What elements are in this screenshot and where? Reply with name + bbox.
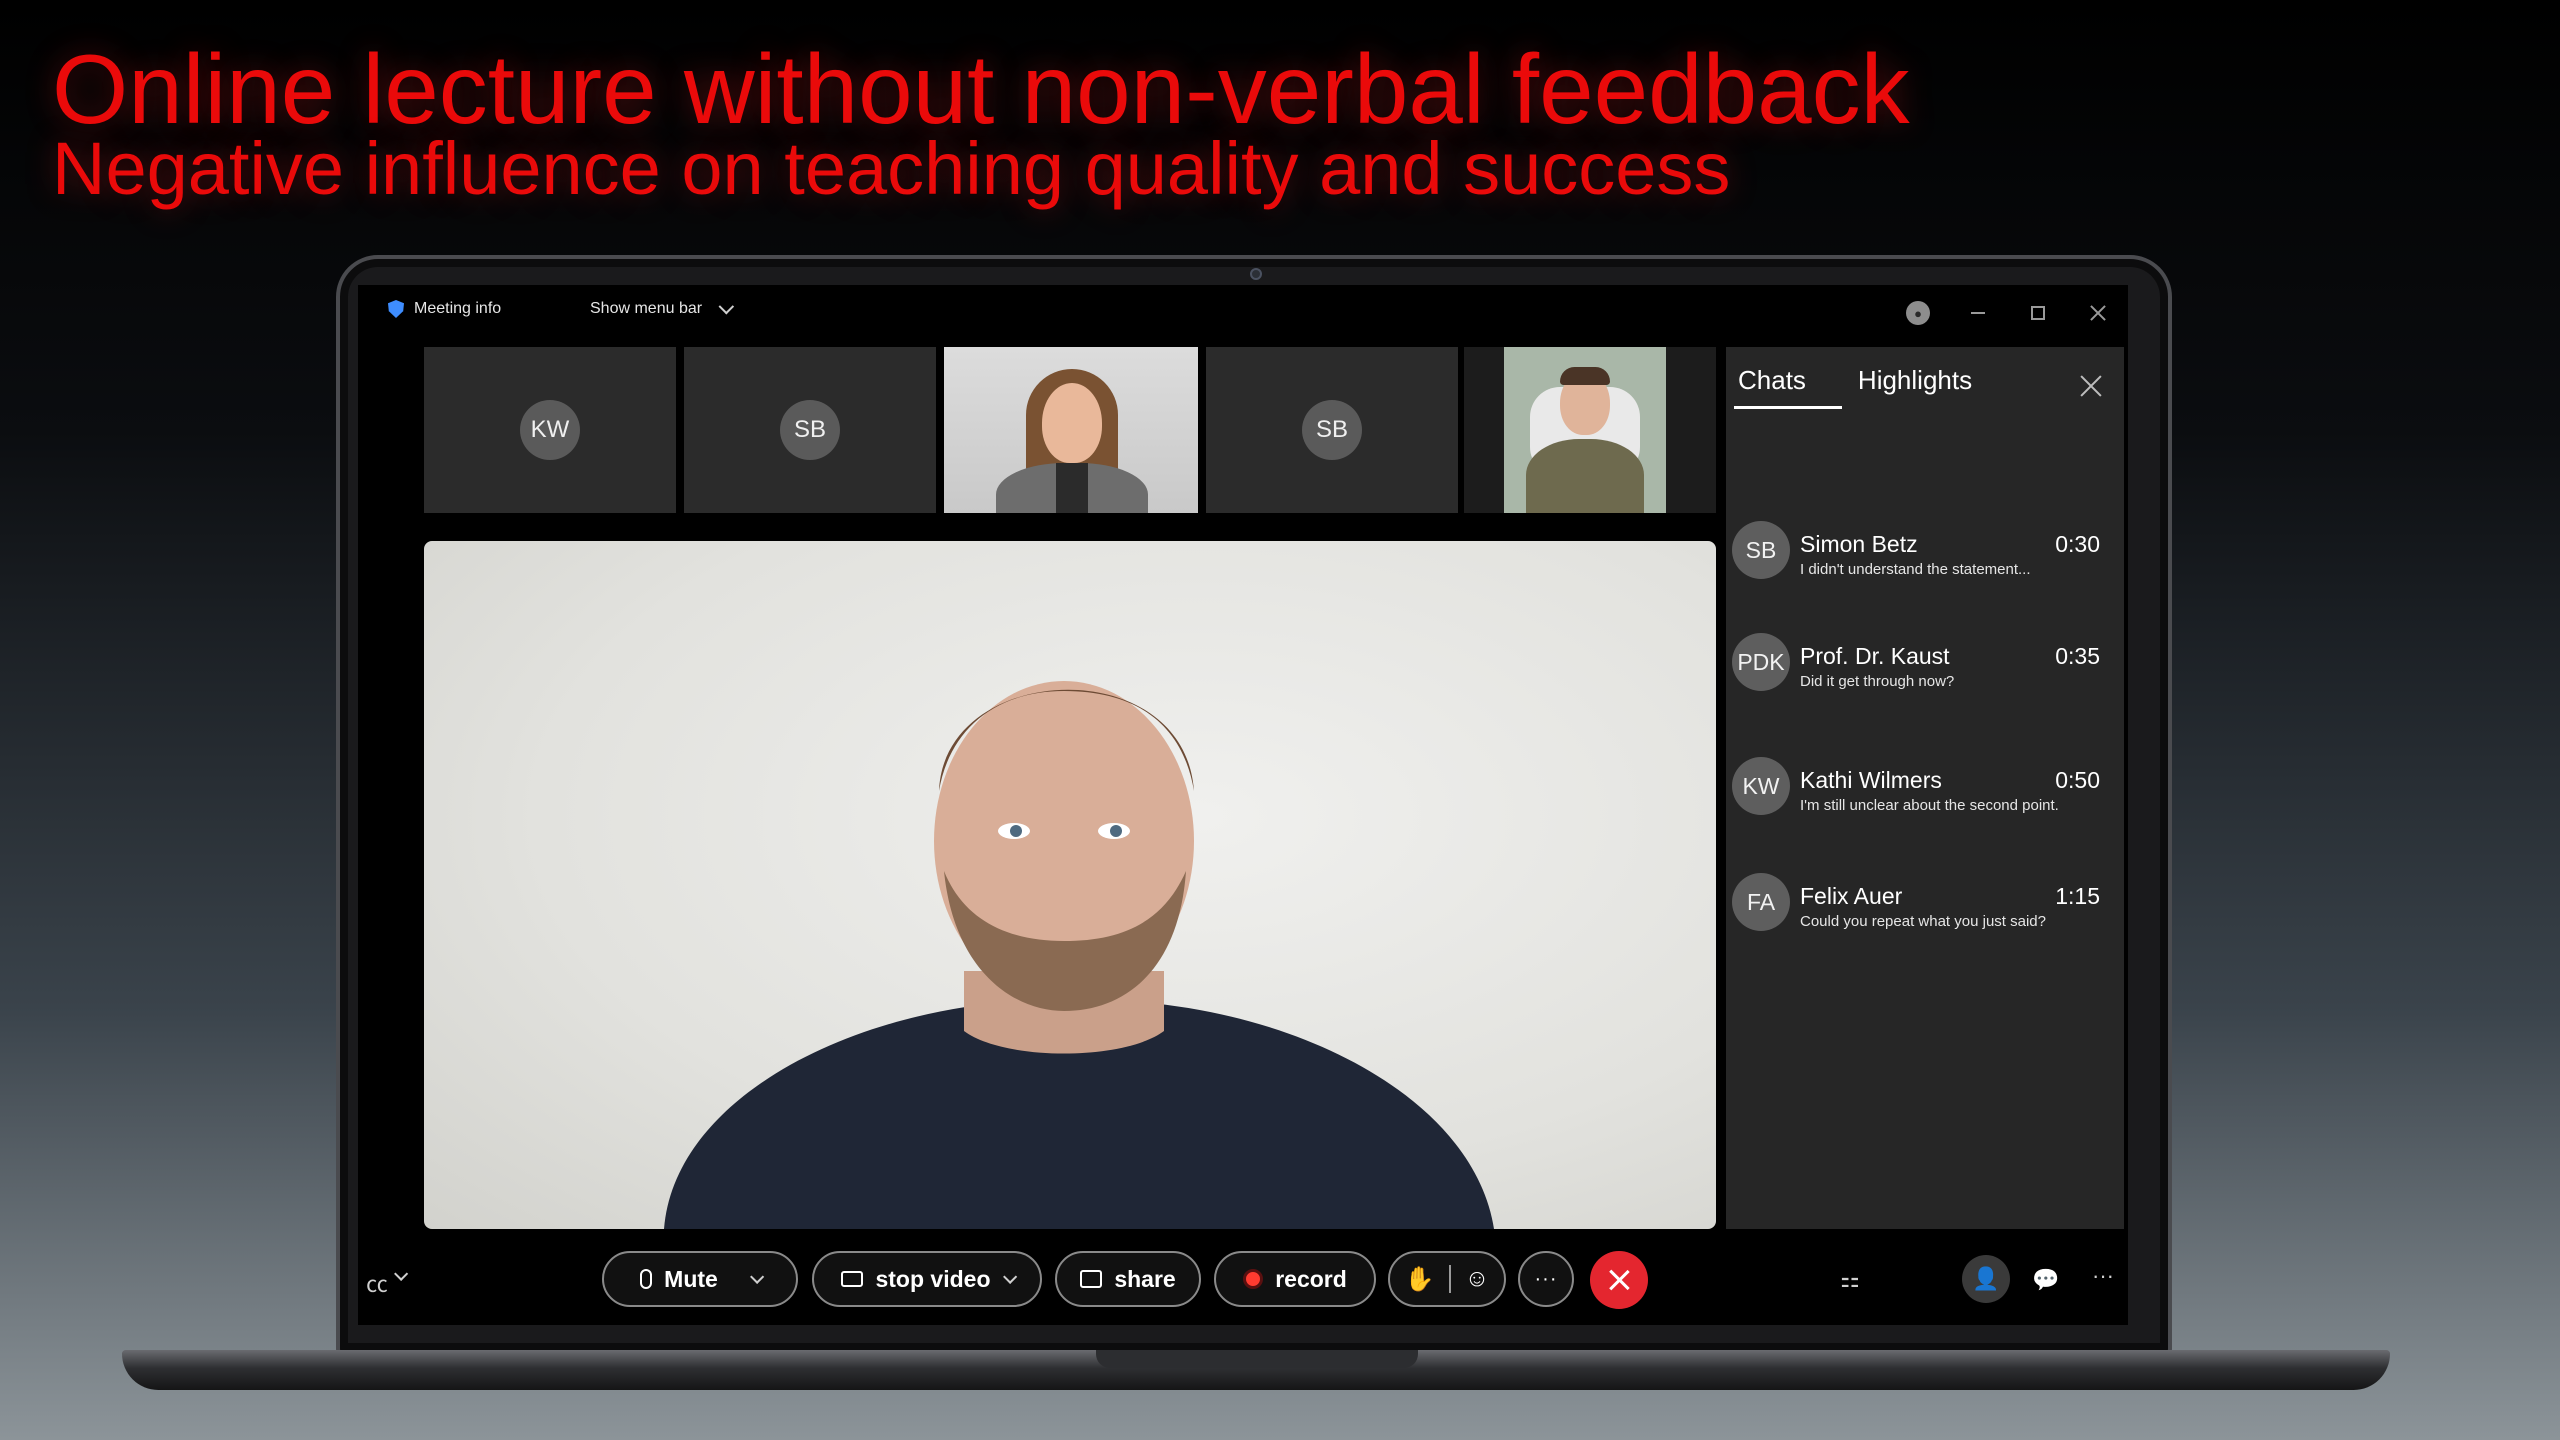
avatar: FA — [1732, 873, 1790, 931]
profile-icon: ● — [1906, 301, 1930, 325]
close-panel-icon[interactable] — [2080, 375, 2102, 397]
participant-tile[interactable]: KW — [424, 347, 676, 513]
tab-chats[interactable]: Chats — [1734, 365, 1842, 409]
message-time: 1:15 — [2055, 883, 2100, 909]
minimize-icon — [1971, 312, 1985, 314]
avatar: KW — [1732, 757, 1790, 815]
participant-tile[interactable]: SB — [684, 347, 936, 513]
microphone-icon — [640, 1269, 653, 1289]
end-call-button[interactable] — [1590, 1251, 1648, 1309]
record-icon — [1243, 1269, 1264, 1289]
chat-message[interactable]: KW Kathi Wilmers 0:50 I'm still unclear … — [1732, 757, 2116, 821]
reactions-button[interactable]: ✋ ☺ — [1388, 1251, 1506, 1307]
chevron-down-icon[interactable] — [1002, 1269, 1017, 1284]
maximize-icon — [2031, 306, 2045, 320]
sender-name: Prof. Dr. Kaust — [1800, 643, 1950, 669]
sender-name: Felix Auer — [1800, 883, 1903, 909]
avatar: SB — [1732, 521, 1790, 579]
captions-chevron-icon[interactable] — [394, 1266, 409, 1281]
show-menu-bar-button[interactable]: Show menu bar — [590, 298, 735, 318]
stop-video-button[interactable]: stop video — [812, 1251, 1042, 1307]
emoji-icon[interactable]: ☺ — [1465, 1265, 1490, 1293]
record-button[interactable]: record — [1214, 1251, 1376, 1307]
captions-icon[interactable]: ㏄ — [366, 1267, 388, 1299]
more-icon: ··· — [1534, 1267, 1558, 1290]
chevron-down-icon — [718, 298, 735, 314]
chat-panel: Chats Highlights SB Simon Betz 0:30 I di… — [1726, 347, 2124, 1229]
close-icon — [1608, 1269, 1630, 1291]
participant-video-tile[interactable] — [944, 347, 1198, 513]
slide-subtitle: Negative influence on teaching quality a… — [52, 127, 1731, 210]
message-time: 0:35 — [2055, 643, 2100, 669]
close-window-button[interactable] — [2068, 295, 2128, 331]
record-label: record — [1275, 1265, 1347, 1292]
close-icon — [2090, 305, 2106, 321]
maximize-button[interactable] — [2008, 295, 2068, 331]
person-shirt — [1056, 463, 1088, 513]
avatar: PDK — [1732, 633, 1790, 691]
iris-right — [1110, 825, 1122, 837]
chat-message[interactable]: SB Simon Betz 0:30 I didn't understand t… — [1732, 521, 2116, 585]
webcam-icon — [1250, 268, 1262, 280]
chat-message[interactable]: PDK Prof. Dr. Kaust 0:35 Did it get thro… — [1732, 633, 2116, 697]
avatar: KW — [520, 400, 580, 460]
person-body — [1526, 439, 1644, 513]
divider — [1448, 1265, 1451, 1293]
chat-message[interactable]: FA Felix Auer 1:15 Could you repeat what… — [1732, 873, 2116, 937]
person-hair — [1560, 367, 1610, 385]
speaker-illustration — [664, 681, 1494, 1229]
main-speaker-video[interactable] — [424, 541, 1716, 1229]
share-label: share — [1114, 1265, 1176, 1292]
iris-left — [1010, 825, 1022, 837]
message-text: Did it get through now? — [1800, 673, 1955, 690]
laptop-notch — [1096, 1350, 1418, 1368]
meeting-toolbar: ㏄ Mute stop video share record ✋ ☺ ··· ⚏… — [358, 1251, 2128, 1311]
menu-bar-label: Show menu bar — [590, 300, 703, 317]
shield-icon — [388, 300, 404, 318]
participants-icon: 👤 — [1972, 1266, 2000, 1291]
meeting-info-label: Meeting info — [414, 300, 502, 317]
mute-button[interactable]: Mute — [602, 1251, 798, 1307]
person-face — [1042, 383, 1102, 463]
more-options-button[interactable]: ··· — [1518, 1251, 1574, 1307]
chevron-down-icon[interactable] — [749, 1269, 765, 1284]
meeting-window: Meeting info Show menu bar ● KW SB SB Ch… — [358, 285, 2128, 1325]
participants-button[interactable]: 👤 — [1962, 1255, 2010, 1303]
minimize-button[interactable] — [1948, 295, 2008, 331]
slide-title: Online lecture without non-verbal feedba… — [52, 34, 1910, 144]
avatar: SB — [780, 400, 840, 460]
message-text: I'm still unclear about the second point… — [1800, 797, 2059, 814]
participant-video-tile[interactable] — [1464, 347, 1716, 513]
meeting-info-button[interactable]: Meeting info — [388, 300, 501, 318]
apps-icon[interactable]: ⚏ — [1840, 1267, 1860, 1293]
chat-icon[interactable]: 💬 — [2032, 1267, 2059, 1293]
video-frame — [1504, 347, 1666, 513]
sender-name: Simon Betz — [1800, 531, 1918, 557]
more-horizontal-icon[interactable]: ··· — [2092, 1263, 2114, 1289]
sender-name: Kathi Wilmers — [1800, 767, 1942, 793]
mute-label: Mute — [664, 1265, 718, 1292]
participant-tile[interactable]: SB — [1206, 347, 1458, 513]
chat-tabs: Chats Highlights — [1734, 365, 1976, 409]
title-bar: Meeting info Show menu bar ● — [358, 285, 2128, 341]
avatar: SB — [1302, 400, 1362, 460]
window-controls: ● — [1888, 295, 2128, 331]
share-icon — [1080, 1270, 1103, 1288]
camera-icon — [841, 1271, 864, 1287]
message-time: 0:30 — [2055, 531, 2100, 557]
message-text: Could you repeat what you just said? — [1800, 913, 2046, 930]
share-button[interactable]: share — [1055, 1251, 1201, 1307]
tab-highlights[interactable]: Highlights — [1854, 365, 1976, 409]
profile-button[interactable]: ● — [1888, 295, 1948, 331]
stop-video-label: stop video — [875, 1265, 991, 1292]
raise-hand-icon[interactable]: ✋ — [1405, 1265, 1435, 1294]
message-text: I didn't understand the statement... — [1800, 561, 2031, 578]
message-time: 0:50 — [2055, 767, 2100, 793]
